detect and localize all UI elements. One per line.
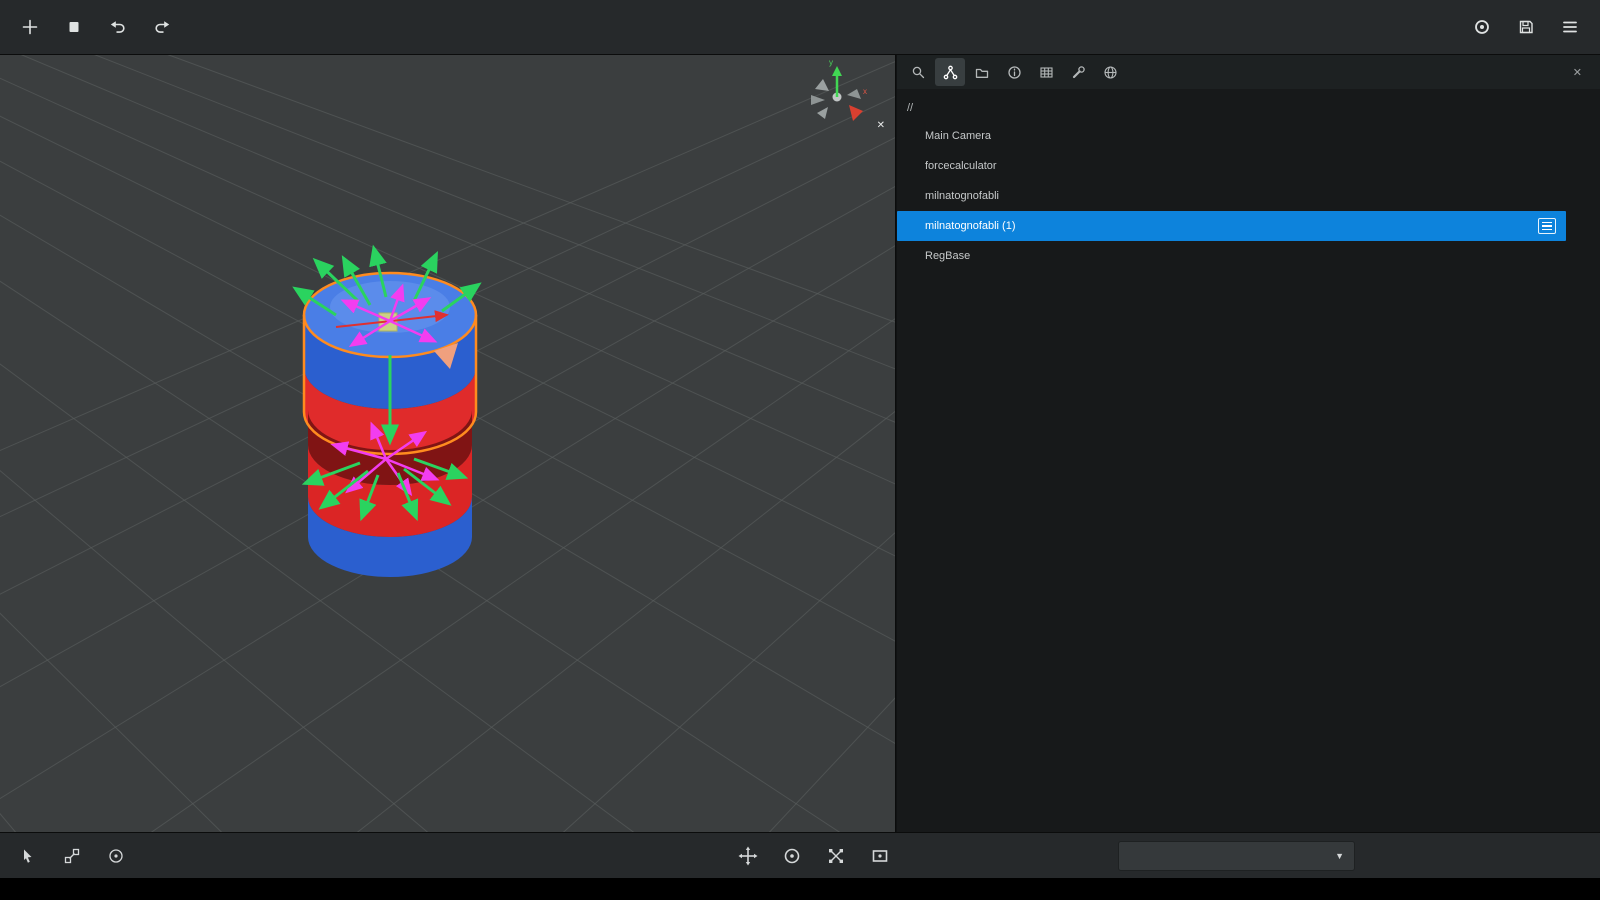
wrench-icon bbox=[1071, 65, 1086, 80]
hierarchy-icon bbox=[943, 65, 958, 80]
item-label: milnatognofabli bbox=[925, 190, 999, 202]
hierarchy-root[interactable]: // bbox=[897, 95, 1600, 121]
app-window: y x ✕ bbox=[0, 0, 1600, 900]
hierarchy-item-object[interactable]: milnatognofabli bbox=[897, 181, 1600, 211]
redo-icon bbox=[153, 18, 171, 36]
tab-tools[interactable] bbox=[1063, 58, 1093, 86]
3d-viewport[interactable]: y x ✕ bbox=[0, 55, 896, 832]
axis-y-label: y bbox=[829, 58, 833, 67]
globe-icon bbox=[1103, 65, 1118, 80]
toolbar-right-group bbox=[1464, 9, 1588, 45]
magnet-object[interactable] bbox=[0, 55, 896, 832]
cursor-icon bbox=[19, 847, 37, 865]
axis-gizmo-icon bbox=[801, 63, 881, 131]
item-menu-icon[interactable] bbox=[1538, 218, 1556, 235]
item-label: Main Camera bbox=[925, 130, 991, 142]
hierarchy-item-regbase[interactable]: RegBase bbox=[897, 241, 1600, 271]
redo-button[interactable] bbox=[144, 9, 180, 45]
stop-icon bbox=[65, 18, 83, 36]
item-label: RegBase bbox=[925, 250, 970, 262]
undo-button[interactable] bbox=[100, 9, 136, 45]
orbit-icon bbox=[107, 847, 125, 865]
panel-tabbar: ✕ bbox=[897, 55, 1600, 89]
hierarchy-panel: ✕ // Main Camera forcecalculator milnato… bbox=[897, 55, 1600, 832]
folder-icon bbox=[975, 65, 990, 80]
move-tool-button[interactable] bbox=[730, 838, 766, 874]
undo-icon bbox=[109, 18, 127, 36]
hierarchy-list: // Main Camera forcecalculator milnatogn… bbox=[897, 89, 1600, 271]
close-icon[interactable]: ✕ bbox=[877, 120, 885, 131]
hierarchy-item-forcecalculator[interactable]: forcecalculator bbox=[897, 151, 1600, 181]
scale-tool-button[interactable] bbox=[818, 838, 854, 874]
tab-search[interactable] bbox=[903, 58, 933, 86]
rect-icon bbox=[870, 846, 890, 866]
tab-hierarchy[interactable] bbox=[935, 58, 965, 86]
item-label: milnatognofabli (1) bbox=[925, 220, 1016, 232]
resize-tool-button[interactable] bbox=[54, 838, 90, 874]
info-icon bbox=[1007, 65, 1022, 80]
item-label: forcecalculator bbox=[925, 160, 997, 172]
tab-files[interactable] bbox=[967, 58, 997, 86]
hierarchy-item-selected[interactable]: milnatognofabli (1) bbox=[897, 211, 1566, 241]
hamburger-icon bbox=[1561, 18, 1579, 36]
scale-icon bbox=[826, 846, 846, 866]
hierarchy-item-main-camera[interactable]: Main Camera bbox=[897, 121, 1600, 151]
tab-world[interactable] bbox=[1095, 58, 1125, 86]
axis-x-label: x bbox=[863, 87, 867, 96]
orbit-tool-button[interactable] bbox=[98, 838, 134, 874]
grid-icon bbox=[1039, 65, 1054, 80]
rotate-tool-button[interactable] bbox=[774, 838, 810, 874]
plus-icon bbox=[21, 18, 39, 36]
rotate-icon bbox=[782, 846, 802, 866]
move-icon bbox=[738, 846, 758, 866]
bottom-toolbar: ▼ bbox=[0, 832, 1600, 878]
bottom-left-tools bbox=[10, 833, 134, 879]
save-button[interactable] bbox=[1508, 9, 1544, 45]
toolbar-left-group bbox=[12, 9, 180, 45]
chevron-down-icon: ▼ bbox=[1335, 851, 1344, 861]
panel-close-button[interactable]: ✕ bbox=[1573, 66, 1582, 79]
bottom-black-strip bbox=[0, 878, 1600, 900]
rect-tool-button[interactable] bbox=[862, 838, 898, 874]
add-button[interactable] bbox=[12, 9, 48, 45]
stop-button[interactable] bbox=[56, 9, 92, 45]
orientation-gizmo[interactable]: y x ✕ bbox=[801, 63, 881, 131]
transform-tools bbox=[730, 833, 898, 879]
bottom-dropdown[interactable]: ▼ bbox=[1118, 841, 1355, 871]
resize-icon bbox=[63, 847, 81, 865]
tab-grid[interactable] bbox=[1031, 58, 1061, 86]
pointer-tool-button[interactable] bbox=[10, 838, 46, 874]
notification-button[interactable] bbox=[1464, 9, 1500, 45]
top-toolbar bbox=[0, 0, 1600, 55]
notification-icon bbox=[1473, 18, 1491, 36]
search-icon bbox=[911, 65, 926, 80]
save-icon bbox=[1517, 18, 1535, 36]
menu-button[interactable] bbox=[1552, 9, 1588, 45]
tab-info[interactable] bbox=[999, 58, 1029, 86]
